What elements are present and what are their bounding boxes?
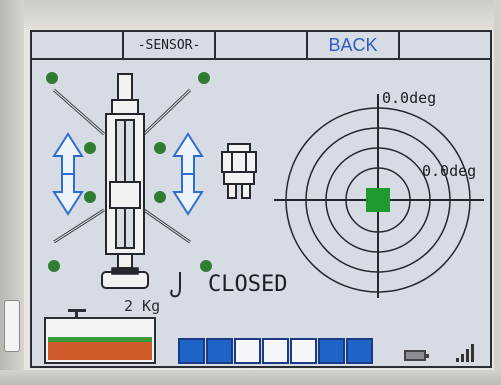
sensor-dot-icon[interactable] — [154, 142, 166, 154]
gauge-segment — [346, 338, 373, 364]
device-bezel-right — [494, 0, 501, 385]
gauge-segment — [178, 338, 205, 364]
tank-level-red — [48, 342, 152, 360]
tank-stem — [75, 311, 78, 319]
sensor-dot-icon[interactable] — [198, 72, 210, 84]
hook-status: CLOSED — [208, 272, 288, 297]
sensor-dot-icon[interactable] — [200, 260, 212, 272]
level-indicator — [366, 188, 390, 212]
hook-icon — [170, 272, 181, 298]
sensor-dot-icon[interactable] — [84, 142, 96, 154]
tank-icon — [44, 309, 156, 364]
boom-icon — [101, 73, 149, 289]
angle-readout-right: 0.0deg — [422, 162, 477, 180]
signal-icon — [456, 342, 476, 362]
gauge-segment — [234, 338, 261, 364]
side-switch[interactable] — [4, 300, 20, 352]
gauge-segment — [262, 338, 289, 364]
sensor-dot-icon[interactable] — [84, 191, 96, 203]
battery-icon — [404, 350, 429, 361]
sensor-dot-icon[interactable] — [154, 191, 166, 203]
outrigger-arrow-icon — [52, 132, 84, 216]
lcd-screen: -SENSOR- BACK 0.0deg 0.0deg 2 Kg CLOSED — [30, 30, 492, 368]
angle-readout-top: 0.0deg — [382, 89, 437, 107]
device-bezel-bottom — [0, 370, 501, 385]
outrigger-arrow-icon — [172, 132, 204, 216]
load-weight: 2 Kg — [124, 297, 161, 315]
crane-unit-icon — [221, 143, 257, 199]
gauge-segment — [290, 338, 317, 364]
device-bezel-left — [0, 0, 24, 385]
segment-gauge — [178, 338, 374, 364]
gauge-segment — [206, 338, 233, 364]
sensor-diagram — [46, 72, 484, 298]
device-bezel-top — [0, 0, 501, 30]
sensor-dot-icon[interactable] — [46, 72, 58, 84]
gauge-segment — [318, 338, 345, 364]
sensor-dot-icon[interactable] — [48, 260, 60, 272]
